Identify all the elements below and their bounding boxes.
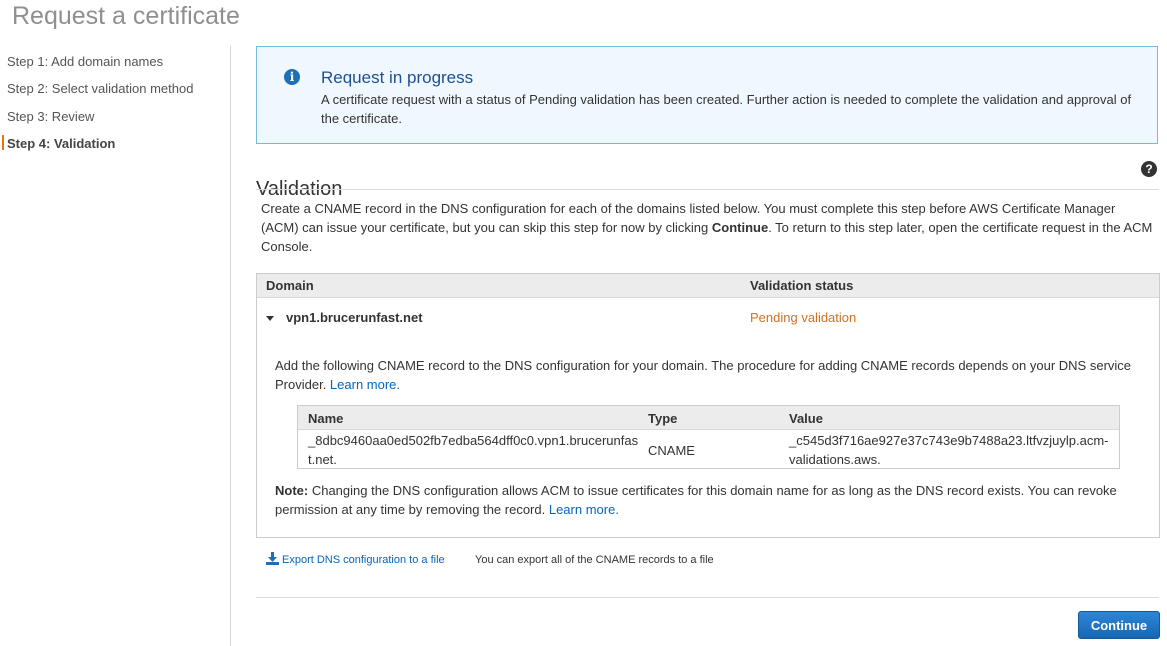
dns-note: Note: Changing the DNS configuration all… [275, 481, 1145, 519]
sidebar-step-review[interactable]: Step 3: Review [7, 109, 94, 125]
validation-description: Create a CNAME record in the DNS configu… [261, 199, 1153, 256]
alert-title: Request in progress [321, 68, 474, 87]
column-header-domain: Domain [266, 278, 314, 293]
download-icon [266, 552, 279, 565]
sidebar-step-validation: Step 4: Validation [7, 136, 116, 151]
help-icon[interactable]: ? [1141, 161, 1157, 177]
cname-instructions: Add the following CNAME record to the DN… [275, 356, 1145, 394]
request-in-progress-alert: i Request in progress A certificate requ… [256, 46, 1158, 144]
domain-table-header: Domain Validation status [257, 274, 1159, 298]
info-icon: i [284, 69, 300, 85]
note-label: Note: [275, 483, 309, 498]
cname-value-value[interactable]: _c545d3f716ae927e37c743e9b7488a23.ltfvzj… [789, 431, 1114, 469]
column-header-validation-status: Validation status [750, 278, 854, 293]
domain-name[interactable]: vpn1.brucerunfast.net [286, 310, 423, 325]
learn-more-link[interactable]: Learn more. [330, 377, 400, 392]
cname-name-value[interactable]: _8dbc9460aa0ed502fb7edba564dff0c0.vpn1.b… [308, 431, 640, 469]
cname-type-value: CNAME [648, 443, 695, 458]
note-learn-more-link[interactable]: Learn more. [549, 502, 619, 517]
export-link-label: Export DNS configuration to a file [282, 554, 445, 566]
continue-emphasis: Continue [711, 220, 769, 235]
cname-record-table: Name Type Value _8dbc9460aa0ed502fb7edba… [297, 405, 1120, 469]
page-title: Request a certificate [12, 2, 240, 30]
column-header-name: Name [308, 411, 344, 426]
cname-instructions-text: Add the following CNAME record to the DN… [275, 358, 1132, 392]
continue-button[interactable]: Continue [1078, 611, 1160, 639]
export-dns-configuration-link[interactable]: Export DNS configuration to a file [266, 552, 445, 568]
wizard-steps-sidebar: Step 1: Add domain names Step 2: Select … [0, 46, 231, 646]
validation-status-badge: Pending validation [750, 310, 857, 325]
section-divider [256, 189, 1159, 190]
sidebar-step-select-validation-method[interactable]: Step 2: Select validation method [7, 81, 193, 97]
alert-text: A certificate request with a status of P… [321, 92, 1132, 126]
collapse-caret-icon[interactable] [266, 316, 274, 321]
export-hint: You can export all of the CNAME records … [475, 554, 714, 566]
cname-table-header: Name Type Value [298, 406, 1119, 430]
domain-validation-table: Domain Validation status vpn1.brucerunfa… [256, 273, 1160, 538]
footer-divider [256, 597, 1159, 598]
note-text: Changing the DNS configuration allows AC… [275, 483, 1117, 517]
column-header-type: Type [648, 411, 678, 426]
column-header-value: Value [789, 411, 823, 426]
active-step-marker [2, 135, 4, 150]
sidebar-step-add-domain-names[interactable]: Step 1: Add domain names [7, 54, 163, 70]
